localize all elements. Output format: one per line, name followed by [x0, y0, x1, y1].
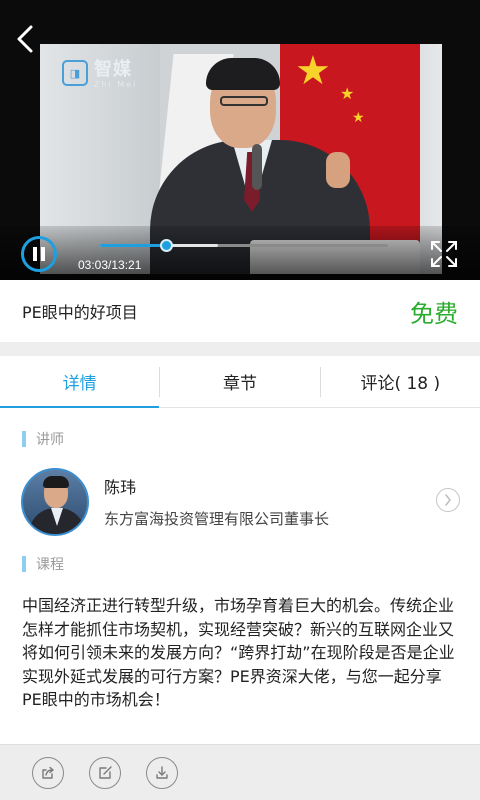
course-title-row: PE眼中的好项目 免费 [0, 280, 480, 342]
bottom-toolbar [0, 744, 480, 800]
teacher-detail-button[interactable] [436, 488, 460, 512]
teacher-section-label: 讲师 [36, 432, 64, 448]
seek-bar[interactable] [100, 239, 388, 252]
share-button[interactable] [32, 757, 64, 789]
played-bar [100, 244, 167, 247]
tab-details[interactable]: 详情 [0, 356, 160, 408]
logo-mark-icon: ◨ [62, 60, 88, 86]
tab-chapters[interactable]: 章节 [160, 356, 319, 407]
time-display: 03:03/13:21 [78, 258, 142, 272]
pause-icon [33, 247, 45, 261]
course-section-label: 课程 [36, 557, 64, 573]
download-icon [156, 766, 168, 779]
fullscreen-icon [431, 241, 457, 267]
course-section-header: 课程 [22, 554, 64, 574]
note-button[interactable] [89, 757, 121, 789]
edit-note-icon [99, 766, 112, 779]
speaker-figure [220, 96, 268, 106]
fullscreen-button[interactable] [428, 238, 460, 270]
teacher-section-header: 讲师 [22, 429, 64, 449]
section-marker [22, 431, 26, 447]
chevron-right-icon [445, 494, 451, 506]
back-button[interactable] [10, 22, 40, 56]
teacher-title: 东方富海投资管理有限公司董事长 [104, 510, 330, 528]
player-controls [0, 226, 480, 280]
video-player[interactable]: ★ ★ ★ ◨ 智媒 Zhi Mei 03:03/13:21 [0, 0, 480, 280]
course-title: PE眼中的好项目 [22, 303, 138, 322]
price-label: 免费 [410, 299, 458, 328]
star-decoration: ★ [295, 48, 331, 94]
star-decoration: ★ [352, 110, 365, 126]
section-marker [22, 556, 26, 572]
watermark-sub: Zhi Mei [94, 80, 138, 89]
pause-button[interactable] [21, 236, 57, 272]
download-button[interactable] [146, 757, 178, 789]
tab-bar: 详情 章节 评论( 18 ) [0, 356, 480, 408]
watermark-name: 智媒 [94, 59, 132, 80]
share-icon [42, 766, 54, 779]
section-divider [0, 342, 480, 356]
teacher-name: 陈玮 [104, 478, 137, 497]
video-watermark-logo: ◨ 智媒 Zhi Mei [62, 60, 137, 89]
speaker-figure [206, 58, 280, 90]
tab-comments[interactable]: 评论( 18 ) [321, 356, 480, 407]
course-description: 中国经济正进行转型升级，市场孕育着巨大的机会。传统企业怎样才能抓住市场契机，实现… [22, 596, 455, 709]
teacher-card[interactable]: 陈玮 东方富海投资管理有限公司董事长 [0, 462, 480, 542]
speaker-figure [326, 152, 350, 188]
star-decoration: ★ [340, 84, 355, 103]
avatar[interactable] [21, 468, 89, 536]
microphone [252, 144, 262, 190]
chevron-left-icon [17, 25, 33, 53]
